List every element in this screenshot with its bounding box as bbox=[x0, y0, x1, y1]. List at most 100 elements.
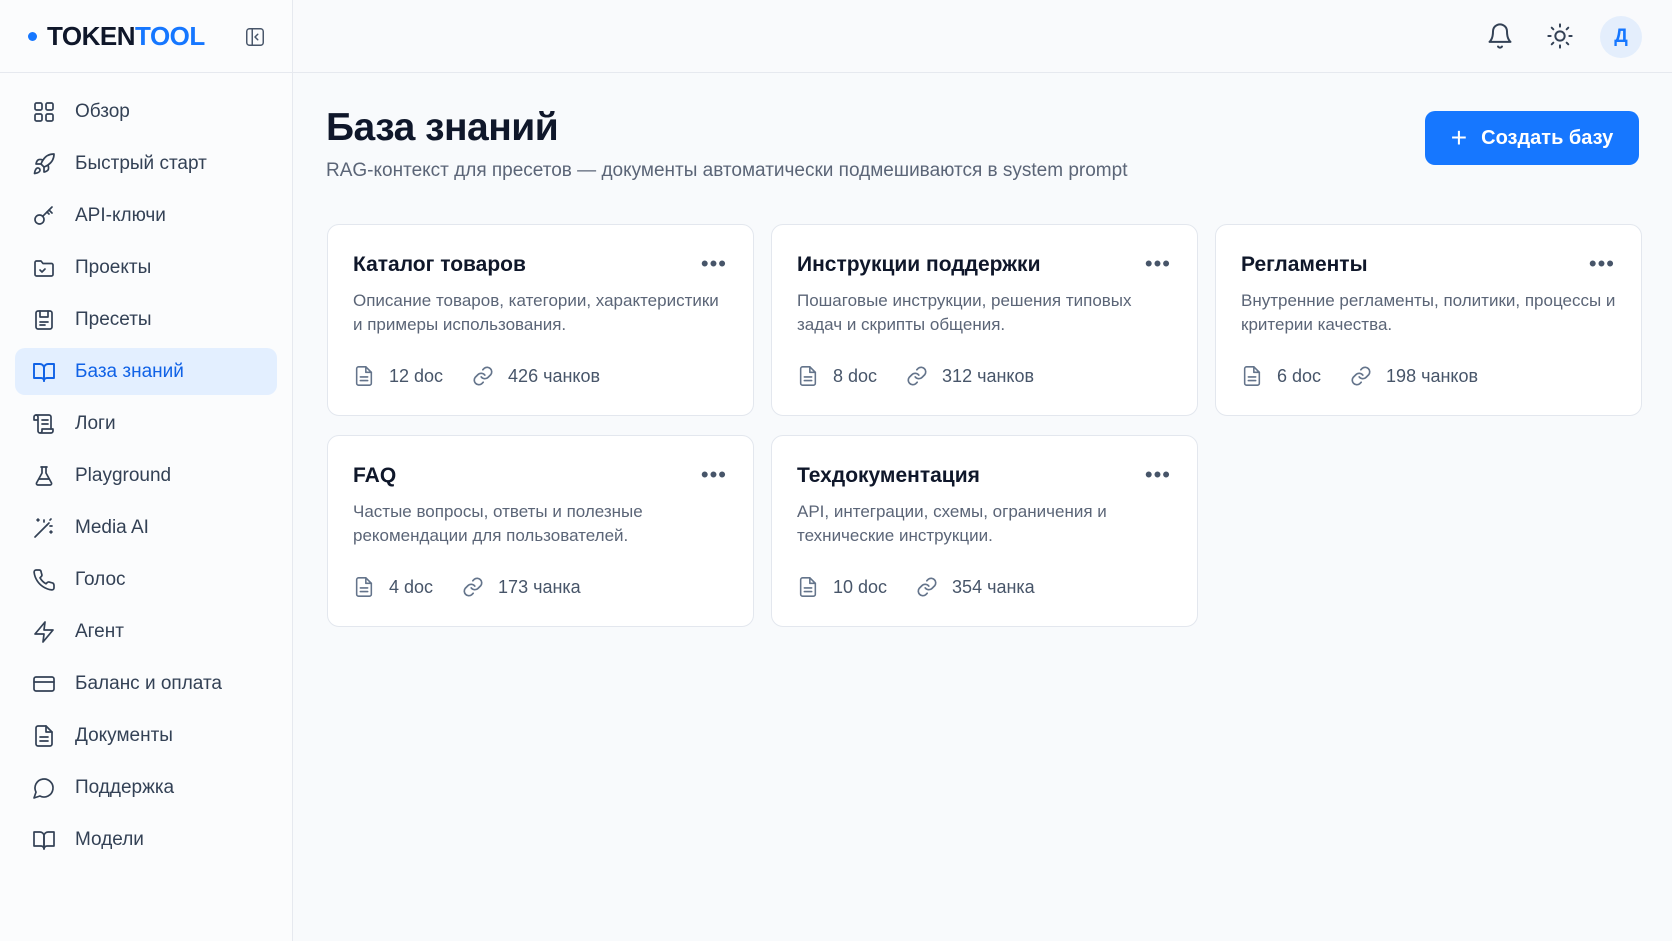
logo[interactable]: TOKENTOOL bbox=[47, 21, 205, 52]
doc-count-label: 8 doc bbox=[833, 365, 878, 386]
chunk-count: 312 чанков bbox=[906, 365, 1034, 387]
credit-card-icon bbox=[33, 675, 55, 692]
bell-icon[interactable] bbox=[1486, 22, 1514, 50]
key-icon bbox=[34, 205, 53, 225]
sidebar-item-quickstart[interactable]: Быстрый старт bbox=[15, 140, 277, 187]
more-icon[interactable]: ••• bbox=[701, 462, 727, 488]
sidebar-item-label: Голос bbox=[75, 568, 126, 590]
sidebar-item-knowledge-base[interactable]: База знаний bbox=[15, 348, 277, 395]
chat-bubble-icon bbox=[33, 777, 54, 799]
sidebar-item-api-keys[interactable]: API-ключи bbox=[15, 192, 277, 239]
logo-dot bbox=[28, 31, 37, 41]
card-title: Техдокументация bbox=[797, 464, 980, 487]
lightning-icon bbox=[34, 620, 54, 643]
chunk-count: 426 чанков bbox=[472, 365, 600, 387]
sidebar-item-label: Быстрый старт bbox=[75, 152, 207, 174]
sidebar-item-billing[interactable]: Баланс и оплата bbox=[15, 660, 277, 707]
magic-wand-icon bbox=[34, 517, 53, 538]
scroll-icon bbox=[33, 413, 54, 434]
sidebar-item-label: Проекты bbox=[75, 256, 152, 278]
link-icon bbox=[463, 577, 483, 597]
doc-count-label: 4 doc bbox=[389, 576, 434, 597]
document-icon bbox=[1243, 366, 1261, 386]
doc-count: 12 doc bbox=[353, 365, 443, 387]
doc-count-label: 12 doc bbox=[389, 365, 444, 386]
doc-count-label: 6 doc bbox=[1277, 365, 1322, 386]
card-description: API, интеграции, схемы, ограничения и те… bbox=[797, 502, 1107, 545]
card-stats: 10 doc 354 чанка bbox=[797, 576, 1064, 598]
sidebar-item-label: Playground bbox=[75, 464, 172, 486]
sun-icon[interactable] bbox=[1546, 22, 1574, 50]
card-stats: 8 doc 312 чанков bbox=[797, 365, 1063, 387]
more-icon[interactable]: ••• bbox=[1589, 251, 1615, 277]
sidebar-item-models[interactable]: Модели bbox=[15, 816, 277, 863]
link-icon bbox=[473, 366, 493, 386]
sidebar-nav: Обзор Быстрый старт API-ключи Проекты Пр… bbox=[0, 73, 292, 863]
chunk-count-label: 426 чанков bbox=[508, 365, 601, 386]
sidebar-item-logs[interactable]: Логи bbox=[15, 400, 277, 447]
sidebar-item-media-ai[interactable]: Media AI bbox=[15, 504, 277, 551]
more-icon[interactable]: ••• bbox=[1145, 462, 1171, 488]
sidebar-item-agent[interactable]: Агент bbox=[15, 608, 277, 655]
document-icon bbox=[355, 366, 373, 386]
sidebar-item-playground[interactable]: Playground bbox=[15, 452, 277, 499]
book-icon bbox=[33, 362, 55, 382]
chunk-count-label: 198 чанков bbox=[1386, 365, 1479, 386]
flask-icon bbox=[35, 465, 53, 486]
sidebar-item-label: Обзор bbox=[75, 100, 130, 122]
kb-card[interactable]: FAQ ••• Частые вопросы, ответы и полезны… bbox=[327, 435, 754, 627]
sidebar-item-presets[interactable]: Пресеты bbox=[15, 296, 277, 343]
doc-count: 10 doc bbox=[797, 576, 887, 598]
chunk-count-label: 312 чанков bbox=[942, 365, 1035, 386]
chunk-count-label: 173 чанка bbox=[498, 576, 581, 597]
folder-icon bbox=[34, 259, 54, 277]
more-icon[interactable]: ••• bbox=[701, 251, 727, 277]
rocket-icon bbox=[33, 152, 55, 174]
link-icon bbox=[917, 577, 937, 597]
card-title: Каталог товаров bbox=[353, 253, 526, 276]
sidebar-item-label: Поддержка bbox=[75, 776, 175, 798]
sidebar-item-label: База знаний bbox=[75, 360, 184, 382]
phone-icon bbox=[33, 568, 55, 591]
sidebar-item-projects[interactable]: Проекты bbox=[15, 244, 277, 291]
link-icon bbox=[907, 366, 927, 386]
card-stats: 4 doc 173 чанка bbox=[353, 576, 610, 598]
card-description: Внутренние регламенты, политики, процесс… bbox=[1241, 291, 1616, 334]
sidebar-item-label: Агент bbox=[75, 620, 124, 642]
topbar bbox=[293, 0, 1672, 73]
sidebar-item-label: Документы bbox=[75, 724, 173, 746]
sidebar-item-label: API-ключи bbox=[75, 204, 166, 226]
more-icon[interactable]: ••• bbox=[1145, 251, 1171, 277]
kb-card[interactable]: Инструкции поддержки ••• Пошаговые инстр… bbox=[771, 224, 1198, 416]
doc-count-label: 10 doc bbox=[833, 576, 888, 597]
sidebar-item-label: Пресеты bbox=[75, 308, 152, 330]
sidebar-item-documents[interactable]: Документы bbox=[15, 712, 277, 759]
document-icon bbox=[35, 724, 53, 747]
card-description: Частые вопросы, ответы и полезные рекоме… bbox=[353, 502, 643, 545]
chunk-count: 354 чанка bbox=[916, 576, 1035, 598]
card-description: Пошаговые инструкции, решения типовых за… bbox=[797, 291, 1132, 334]
document-icon bbox=[355, 577, 373, 597]
plus-icon: + bbox=[1450, 122, 1468, 153]
chunk-count-label: 354 чанка bbox=[952, 576, 1035, 597]
chunk-count: 173 чанка bbox=[462, 576, 581, 598]
avatar[interactable]: Д bbox=[1600, 16, 1642, 58]
sidebar-item-support[interactable]: Поддержка bbox=[15, 764, 277, 811]
sidebar-item-voice[interactable]: Голос bbox=[15, 556, 277, 603]
sidebar-item-label: Баланс и оплата bbox=[75, 672, 222, 694]
sidebar: TOKENTOOL Обзор Быстрый старт API-ключи … bbox=[0, 0, 293, 941]
create-base-button[interactable]: + Создать базу bbox=[1425, 111, 1639, 165]
kb-card[interactable]: Техдокументация ••• API, интеграции, схе… bbox=[771, 435, 1198, 627]
page-title: База знаний bbox=[326, 106, 559, 149]
sidebar-item-label: Media AI bbox=[75, 516, 149, 538]
kb-card[interactable]: Каталог товаров ••• Описание товаров, ка… bbox=[327, 224, 754, 416]
document-icon bbox=[799, 577, 817, 597]
logo-part-1: TOKEN bbox=[47, 20, 136, 51]
card-stats: 12 doc 426 чанков bbox=[353, 365, 629, 387]
kb-card[interactable]: Регламенты ••• Внутренние регламенты, по… bbox=[1215, 224, 1642, 416]
logo-part-2: TOOL bbox=[135, 20, 205, 51]
sidebar-item-overview[interactable]: Обзор bbox=[15, 88, 277, 135]
chunk-count: 198 чанков bbox=[1350, 365, 1478, 387]
page-subtitle: RAG-контекст для пресетов — документы ав… bbox=[326, 160, 1128, 181]
sidebar-collapse-icon[interactable] bbox=[244, 26, 266, 48]
